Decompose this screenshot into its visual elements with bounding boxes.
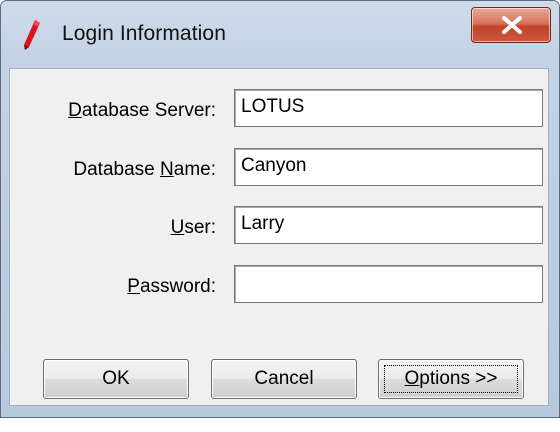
user-input[interactable]: Larry (234, 206, 543, 244)
cancel-button[interactable]: Cancel (211, 359, 357, 399)
title-bar[interactable]: Login Information (1, 1, 559, 67)
password-label: Password: (127, 276, 216, 297)
ok-button-label: OK (102, 368, 130, 389)
database-server-input[interactable]: LOTUS (234, 89, 543, 127)
dialog-client-area: Database Server: LOTUS Database Name: Ca… (9, 68, 549, 406)
options-button-label: Options >> (404, 368, 498, 389)
close-button[interactable] (471, 7, 551, 43)
red-pen-icon (24, 20, 40, 50)
database-name-input[interactable]: Canyon (234, 148, 543, 186)
user-label: User: (170, 217, 216, 238)
window-title: Login Information (62, 22, 226, 45)
cancel-button-label: Cancel (254, 368, 314, 389)
ok-button[interactable]: OK (43, 359, 189, 399)
login-dialog: Login Information Database Server: LOTUS… (0, 0, 560, 418)
database-server-label: Database Server: (68, 100, 216, 121)
options-button[interactable]: Options >> (378, 359, 524, 399)
close-x-icon (502, 16, 522, 34)
database-name-label: Database Name: (73, 159, 216, 180)
password-input[interactable] (234, 265, 543, 303)
